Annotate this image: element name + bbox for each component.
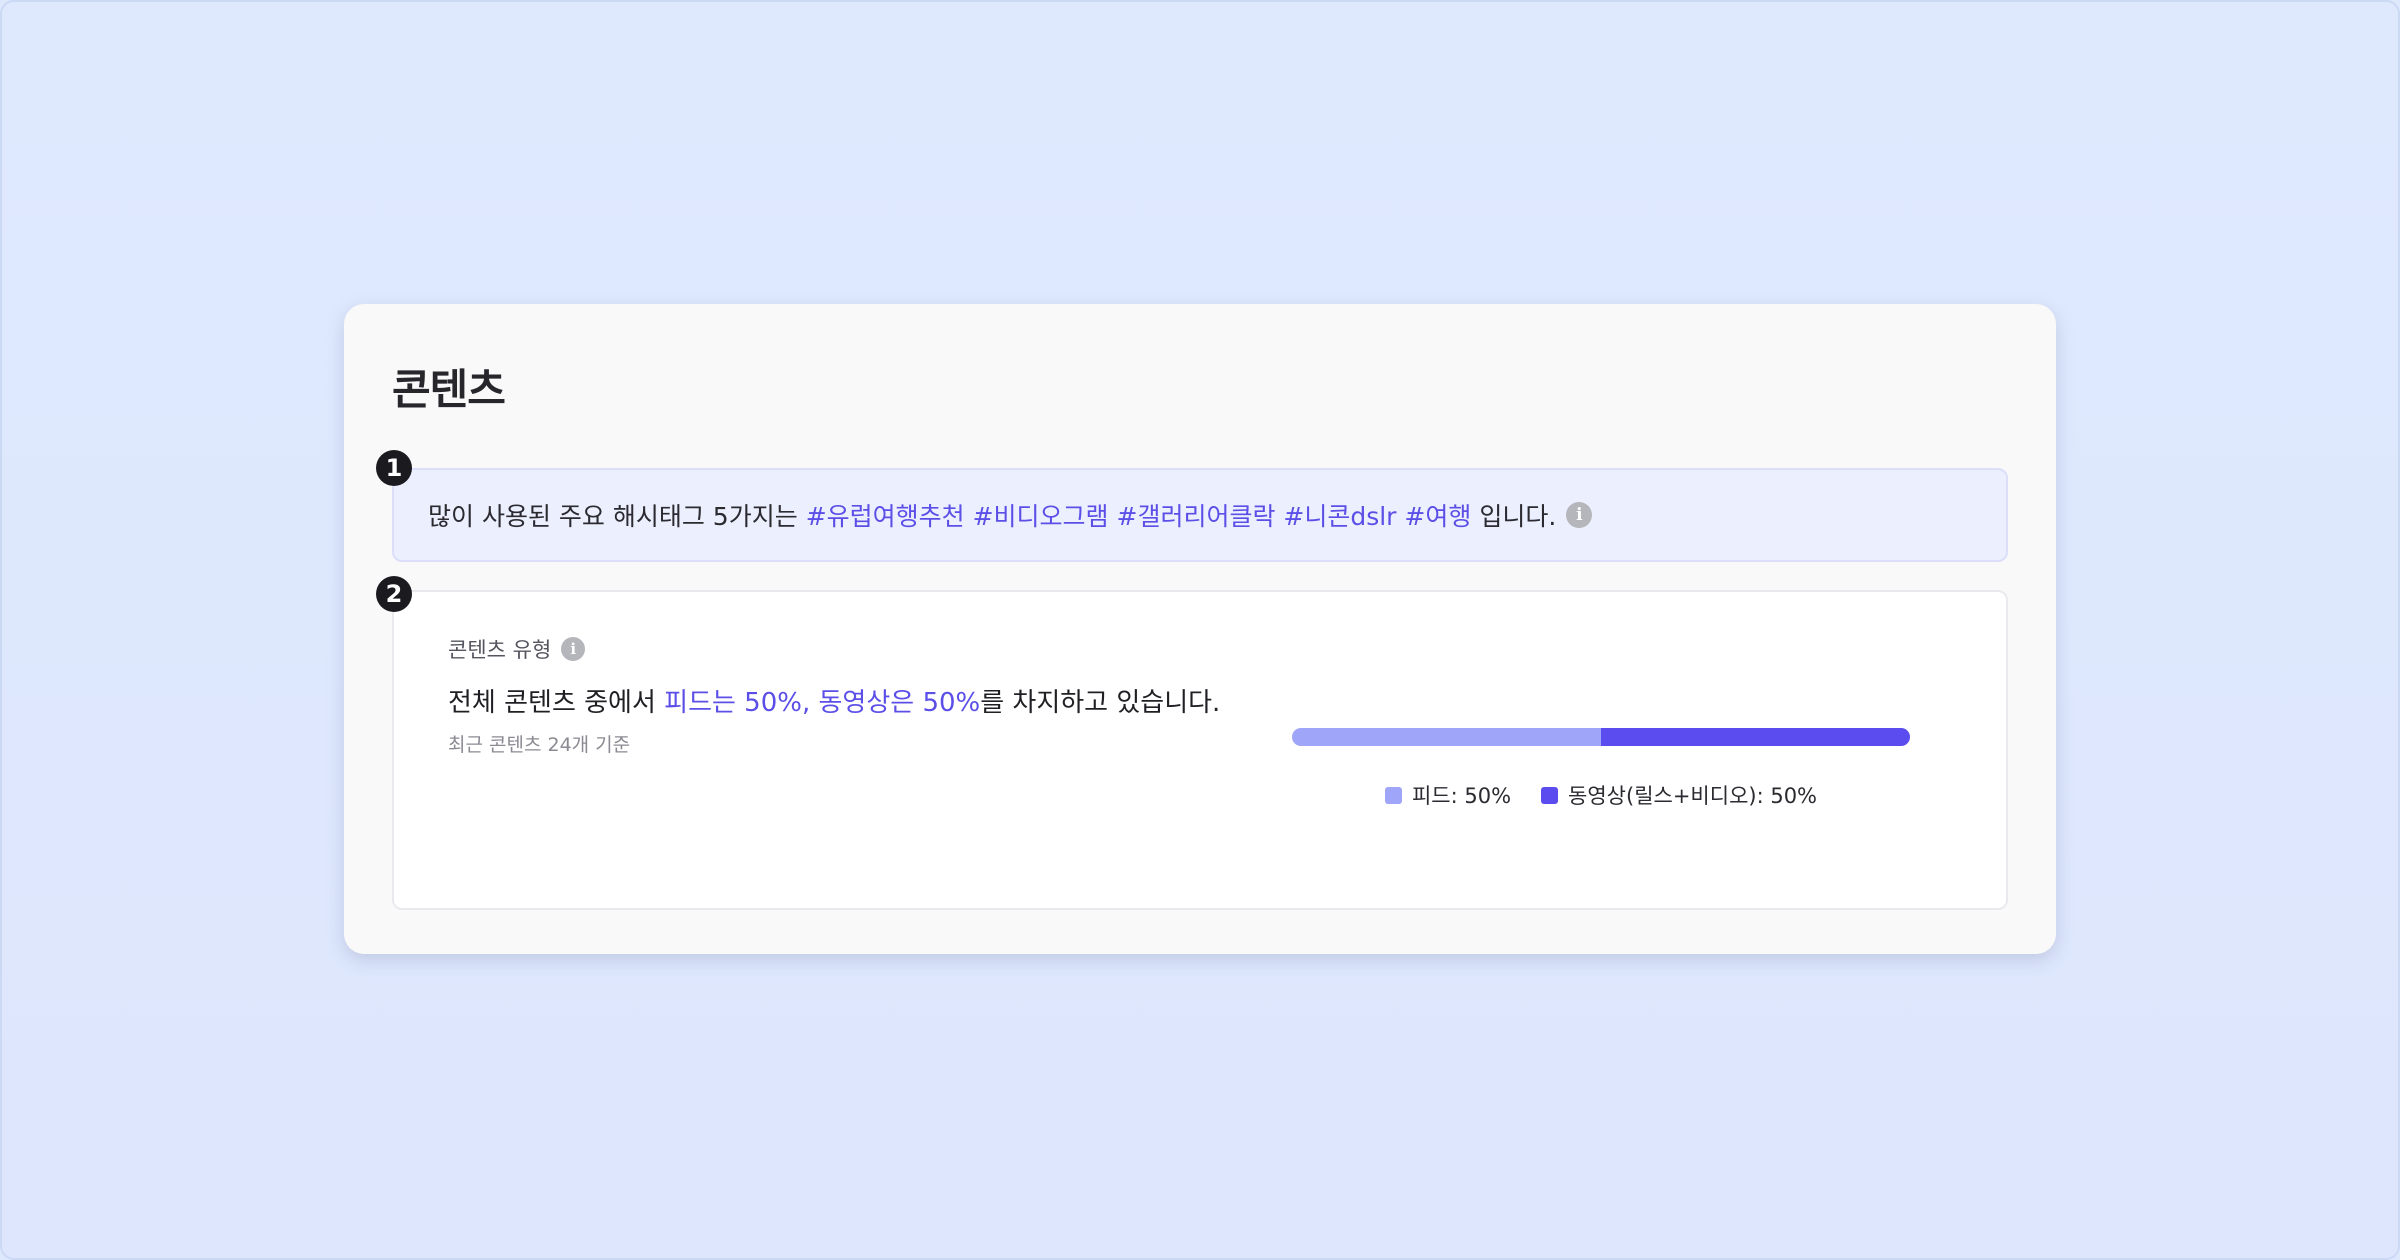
hashtag-suffix: 입니다.: [1479, 502, 1557, 531]
content-type-panel: 콘텐츠 유형 i 전체 콘텐츠 중에서 피드는 50%, 동영상은 50%를 차…: [392, 590, 2008, 910]
content-type-label-text: 콘텐츠 유형: [448, 638, 552, 662]
step-marker-1: 1: [376, 450, 412, 486]
info-icon[interactable]: i: [1566, 502, 1593, 528]
feed-swatch: [1384, 786, 1402, 804]
content-type-summary: 전체 콘텐츠 중에서 피드는 50%, 동영상은 50%를 차지하고 있습니다.: [448, 682, 1220, 719]
legend-video-label: 동영상(릴스+비디오): 50%: [1568, 784, 1818, 808]
step-marker-2: 2: [376, 576, 412, 612]
hashtag-prefix: 많이 사용된 주요 해시태그 5가지는: [428, 502, 798, 531]
content-type-label: 콘텐츠 유형 i: [448, 634, 586, 664]
share-legend: 피드: 50% 동영상(릴스+비디오): 50%: [1292, 780, 1910, 810]
legend-item-feed: 피드: 50%: [1384, 780, 1512, 810]
hashtag-summary: 많이 사용된 주요 해시태그 5가지는 #유럽여행추천 #비디오그램 #갤러리어…: [392, 468, 2008, 562]
video-swatch: [1541, 786, 1559, 804]
hashtag-list: #유럽여행추천 #비디오그램 #갤러리어클락 #니콘dslr #여행: [805, 502, 1472, 531]
content-share-bar: [1292, 728, 1910, 746]
summary-prefix: 전체 콘텐츠 중에서: [448, 688, 665, 718]
card-title: 콘텐츠: [392, 365, 506, 414]
legend-feed-label: 피드: 50%: [1411, 784, 1512, 808]
feed-share-segment: [1292, 728, 1601, 746]
summary-suffix: 를 차지하고 있습니다.: [980, 688, 1221, 718]
info-icon[interactable]: i: [561, 637, 586, 661]
video-share-segment: [1601, 728, 1910, 746]
legend-item-video: 동영상(릴스+비디오): 50%: [1541, 780, 1817, 810]
summary-highlight: 피드는 50%, 동영상은 50%: [664, 688, 981, 718]
content-card: 콘텐츠 1 많이 사용된 주요 해시태그 5가지는 #유럽여행추천 #비디오그램…: [344, 304, 2056, 954]
content-count-note: 최근 콘텐츠 24개 기준: [448, 734, 631, 756]
